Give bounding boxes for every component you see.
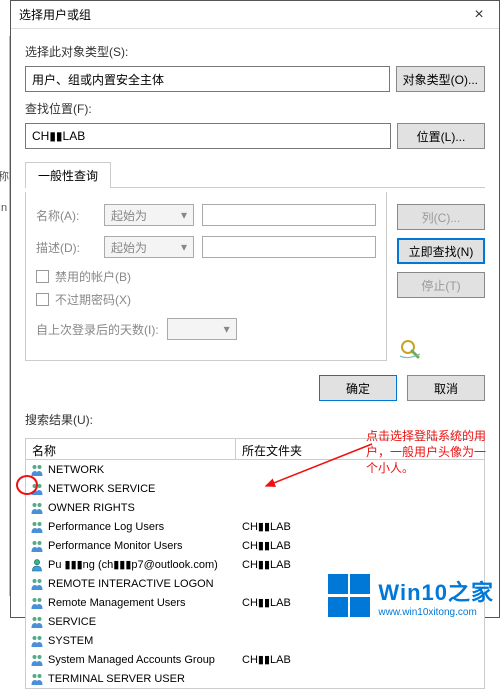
row-name: SERVICE	[48, 616, 96, 628]
chevron-down-icon: ▾	[224, 322, 230, 336]
columns-button[interactable]: 列(C)...	[397, 204, 485, 230]
chevron-down-icon: ▾	[181, 240, 187, 254]
row-name: Performance Monitor Users	[48, 540, 183, 552]
table-row[interactable]: Performance Monitor Users CH▮▮LAB	[26, 536, 484, 555]
name-input[interactable]	[202, 204, 376, 226]
row-name: SYSTEM	[48, 635, 93, 647]
group-icon	[30, 596, 44, 610]
group-icon	[30, 634, 44, 648]
row-name: OWNER RIGHTS	[48, 502, 135, 514]
disabled-accounts-checkbox[interactable]	[36, 270, 49, 283]
object-type-label: 选择此对象类型(S):	[25, 43, 485, 60]
titlebar: 选择用户或组 ×	[11, 1, 499, 29]
underlying-window-edge: 称 In	[0, 36, 10, 596]
row-name: NETWORK	[48, 464, 104, 476]
desc-mode-select[interactable]: 起始为 ▾	[104, 236, 194, 258]
row-name: REMOTE INTERACTIVE LOGON	[48, 578, 214, 590]
row-name: Remote Management Users	[48, 597, 186, 609]
close-icon: ×	[474, 6, 483, 24]
row-name: TERMINAL SERVER USER	[48, 673, 185, 685]
desc-label: 描述(D):	[36, 239, 96, 256]
row-name: Performance Log Users	[48, 521, 164, 533]
stop-button[interactable]: 停止(T)	[397, 272, 485, 298]
table-row[interactable]: Remote Management Users CH▮▮LAB	[26, 593, 484, 612]
tab-common-query[interactable]: 一般性查询	[25, 162, 111, 188]
ok-button[interactable]: 确定	[319, 375, 397, 401]
tab-strip: 一般性查询	[25, 161, 485, 188]
query-panel: 名称(A): 起始为 ▾ 描述(D): 起始为 ▾	[25, 192, 387, 361]
location-field[interactable]: CH▮▮LAB	[25, 123, 391, 149]
table-row[interactable]: System Managed Accounts Group CH▮▮LAB	[26, 650, 484, 669]
results-list[interactable]: NETWORK NETWORK SERVICE OWNER RIGHTS Perfor…	[25, 460, 485, 689]
table-row[interactable]: OWNER RIGHTS	[26, 498, 484, 517]
results-label: 搜索结果(U):	[25, 411, 485, 428]
row-folder: CH▮▮LAB	[236, 653, 484, 666]
location-button[interactable]: 位置(L)...	[397, 123, 485, 149]
row-folder: CH▮▮LAB	[236, 520, 484, 533]
name-label: 名称(A):	[36, 207, 96, 224]
table-row[interactable]: SERVICE	[26, 612, 484, 631]
table-row[interactable]: NETWORK SERVICE	[26, 479, 484, 498]
row-folder: CH▮▮LAB	[236, 539, 484, 552]
col-name-header[interactable]: 名称	[26, 439, 236, 459]
close-button[interactable]: ×	[459, 1, 499, 29]
group-icon	[30, 653, 44, 667]
group-icon	[30, 577, 44, 591]
group-icon	[30, 539, 44, 553]
find-now-button[interactable]: 立即查找(N)	[397, 238, 485, 264]
dialog-title: 选择用户或组	[19, 6, 459, 23]
last-logon-days-select[interactable]: ▾	[167, 318, 237, 340]
row-name: System Managed Accounts Group	[48, 654, 215, 666]
table-row[interactable]: Performance Log Users CH▮▮LAB	[26, 517, 484, 536]
group-icon	[30, 615, 44, 629]
group-icon	[30, 482, 44, 496]
table-row[interactable]: SYSTEM	[26, 631, 484, 650]
noexpire-label: 不过期密码(X)	[55, 291, 131, 308]
group-icon	[30, 520, 44, 534]
desc-input[interactable]	[202, 236, 376, 258]
row-name: NETWORK SERVICE	[48, 483, 155, 495]
row-folder: CH▮▮LAB	[236, 596, 484, 609]
table-row[interactable]: TERMINAL SERVER USER	[26, 669, 484, 688]
user-icon	[30, 558, 44, 572]
location-label: 查找位置(F):	[25, 100, 485, 117]
cancel-button[interactable]: 取消	[407, 375, 485, 401]
noexpire-checkbox[interactable]	[36, 293, 49, 306]
group-icon	[30, 501, 44, 515]
table-row[interactable]: Pu ▮▮▮ng (ch▮▮▮p7@outlook.com) CH▮▮LAB	[26, 555, 484, 574]
search-icon	[397, 337, 427, 361]
dialog-select-users-groups: 选择用户或组 × 选择此对象类型(S): 用户、组或内置安全主体 对象类型(O)…	[10, 0, 500, 618]
row-folder: CH▮▮LAB	[236, 558, 484, 571]
object-type-button[interactable]: 对象类型(O)...	[396, 66, 485, 92]
group-icon	[30, 672, 44, 686]
disabled-accounts-label: 禁用的帐户(B)	[55, 268, 131, 285]
annotation-callout-text: 点击选择登陆系统的用户，一般用户头像为一个小人。	[366, 428, 496, 477]
row-name: Pu ▮▮▮ng (ch▮▮▮p7@outlook.com)	[48, 558, 218, 571]
chevron-down-icon: ▾	[181, 208, 187, 222]
name-mode-select[interactable]: 起始为 ▾	[104, 204, 194, 226]
table-row[interactable]: REMOTE INTERACTIVE LOGON	[26, 574, 484, 593]
object-type-field[interactable]: 用户、组或内置安全主体	[25, 66, 390, 92]
group-icon	[30, 463, 44, 477]
last-logon-days-label: 自上次登录后的天数(I):	[36, 321, 159, 338]
